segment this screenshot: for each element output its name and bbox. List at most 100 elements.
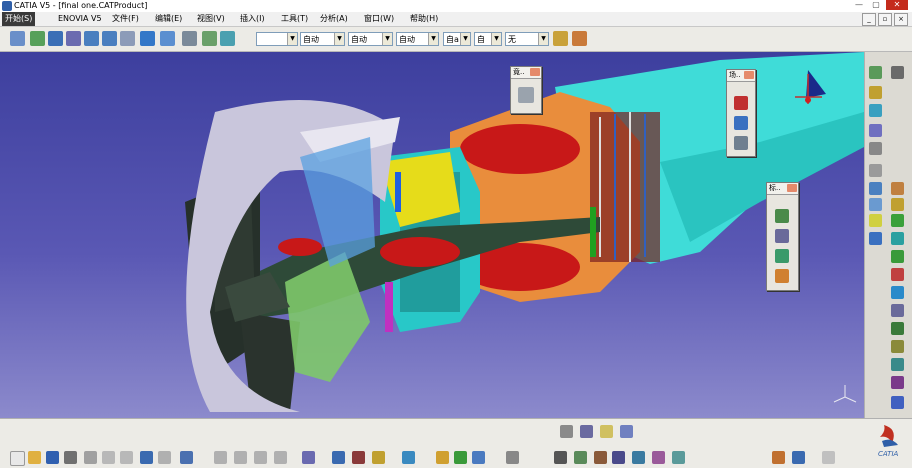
palette-2[interactable]: 场.. xyxy=(726,69,756,157)
search-icon[interactable] xyxy=(600,425,613,438)
pan-icon[interactable] xyxy=(48,31,63,46)
minimize-button[interactable]: — xyxy=(852,0,866,10)
add-icon[interactable] xyxy=(891,358,904,371)
maximize-button[interactable]: ▢ xyxy=(869,0,883,10)
doc-minimize-button[interactable]: _ xyxy=(862,13,876,26)
new-file-icon[interactable] xyxy=(10,451,25,466)
product-tool-icon[interactable] xyxy=(869,66,882,79)
redo-icon[interactable] xyxy=(158,451,171,464)
menu-help[interactable]: 帮助(H) xyxy=(410,12,438,26)
palette-3[interactable]: 标.. xyxy=(766,182,799,291)
fit-all-icon[interactable] xyxy=(30,31,45,46)
layer-combo[interactable]: 自动 ▼ xyxy=(300,32,345,46)
fx-formula-icon[interactable] xyxy=(554,451,567,464)
save-icon[interactable] xyxy=(46,451,59,464)
insert-component-icon[interactable] xyxy=(869,86,882,99)
palette-3-close-icon[interactable] xyxy=(787,184,797,192)
point-type-combo[interactable]: 自 ▼ xyxy=(474,32,502,46)
measure-icon[interactable] xyxy=(869,124,882,137)
menu-window[interactable]: 窗口(W) xyxy=(364,12,394,26)
fly-mode-icon[interactable] xyxy=(10,31,25,46)
print-icon[interactable] xyxy=(64,451,77,464)
contact-icon[interactable] xyxy=(869,198,882,211)
clash-tool-icon[interactable] xyxy=(775,269,789,283)
axis-tool-icon[interactable] xyxy=(560,425,573,438)
gear-icon[interactable] xyxy=(891,66,904,79)
multi-view-icon[interactable] xyxy=(140,31,155,46)
hide-show-icon[interactable] xyxy=(202,31,217,46)
move-tool-icon[interactable] xyxy=(775,209,789,223)
law-icon[interactable] xyxy=(652,451,665,464)
analysis-icon[interactable] xyxy=(302,451,315,464)
scenes-icon[interactable] xyxy=(891,268,904,281)
hole-icon[interactable] xyxy=(891,322,904,335)
shield-icon[interactable] xyxy=(620,425,633,438)
table-icon[interactable] xyxy=(506,451,519,464)
angle-icon[interactable] xyxy=(869,214,882,227)
comment-icon[interactable] xyxy=(672,451,685,464)
paste-icon[interactable] xyxy=(120,451,133,464)
check-icon[interactable] xyxy=(594,451,607,464)
scene-tool-icon[interactable] xyxy=(734,96,748,110)
zoom-out-icon[interactable] xyxy=(102,31,117,46)
line-type-combo[interactable]: 自a ▼ xyxy=(443,32,471,46)
select-trap-icon[interactable] xyxy=(234,451,247,464)
painter-icon[interactable] xyxy=(553,31,568,46)
properties-brush-icon[interactable] xyxy=(572,31,587,46)
menu-file[interactable]: 文件(F) xyxy=(112,12,139,26)
design-table-icon[interactable] xyxy=(612,451,625,464)
manipulate-icon[interactable] xyxy=(891,250,904,263)
pencil-icon[interactable] xyxy=(869,164,882,177)
book-icon[interactable] xyxy=(352,451,365,464)
menu-start[interactable]: 开始(S) xyxy=(2,12,36,26)
constraint-icon[interactable] xyxy=(869,182,882,195)
select-polygon-icon[interactable] xyxy=(274,451,287,464)
explode-tool-icon[interactable] xyxy=(775,249,789,263)
pocket-icon[interactable] xyxy=(891,340,904,353)
spiral-tool-icon[interactable] xyxy=(518,87,534,103)
menu-analysis[interactable]: 分析(A) xyxy=(320,12,348,26)
palette-2-close-icon[interactable] xyxy=(744,71,754,79)
normal-view-icon[interactable] xyxy=(120,31,135,46)
cut-icon[interactable] xyxy=(84,451,97,464)
menu-enovia[interactable]: ENOVIA V5 xyxy=(58,12,102,26)
insert-product-icon[interactable] xyxy=(869,104,882,117)
doc-close-button[interactable]: × xyxy=(894,13,908,26)
open-folder-icon[interactable] xyxy=(28,451,41,464)
help-icon[interactable] xyxy=(180,451,193,464)
cursor-icon[interactable] xyxy=(891,396,904,409)
color-combo[interactable]: ▼ xyxy=(256,32,298,46)
doc-restore-button[interactable]: ▫ xyxy=(878,13,892,26)
constraint-2-icon[interactable] xyxy=(891,182,904,195)
palette-1-close-icon[interactable] xyxy=(530,68,540,76)
snap-tool-icon[interactable] xyxy=(775,229,789,243)
rule-icon[interactable] xyxy=(574,451,587,464)
knowledge-icon[interactable] xyxy=(436,451,449,464)
update-icon[interactable] xyxy=(869,232,882,245)
menu-tools[interactable]: 工具(T) xyxy=(281,12,308,26)
diamond-icon[interactable] xyxy=(402,451,415,464)
camera-tool-icon[interactable] xyxy=(734,116,748,130)
offset-icon[interactable] xyxy=(891,198,904,211)
parameter-icon[interactable] xyxy=(454,451,467,464)
catalog-icon[interactable] xyxy=(332,451,345,464)
section-icon[interactable] xyxy=(891,286,904,299)
rotate-icon[interactable] xyxy=(66,31,81,46)
undo-icon[interactable] xyxy=(140,451,153,464)
anchor-icon[interactable] xyxy=(869,142,882,155)
transparency-combo[interactable]: 自动 ▼ xyxy=(348,32,393,46)
set-icon[interactable] xyxy=(632,451,645,464)
remove-icon[interactable] xyxy=(891,376,904,389)
select-lasso-icon[interactable] xyxy=(254,451,267,464)
bottle-icon[interactable] xyxy=(372,451,385,464)
image-icon[interactable] xyxy=(792,451,805,464)
palette-1[interactable]: 竟.. xyxy=(510,66,542,114)
reuse-pattern-icon[interactable] xyxy=(891,232,904,245)
dashboard-icon[interactable] xyxy=(822,451,835,464)
select-icon[interactable] xyxy=(214,451,227,464)
close-button[interactable]: ✕ xyxy=(886,0,908,10)
split-icon[interactable] xyxy=(891,304,904,317)
swap-space-icon[interactable] xyxy=(220,31,235,46)
line-weight-combo[interactable]: 自动 ▼ xyxy=(396,32,439,46)
grid-tool-icon[interactable] xyxy=(580,425,593,438)
